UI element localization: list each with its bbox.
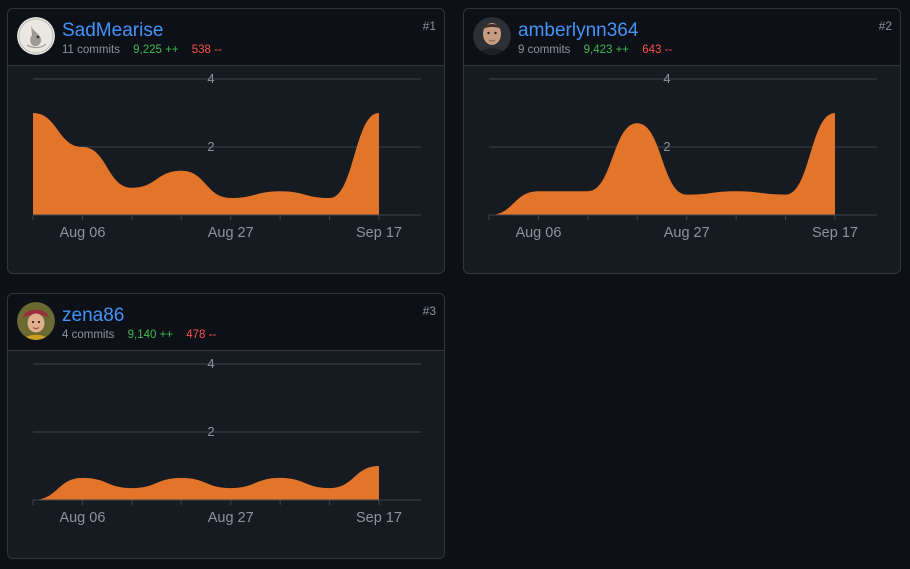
contribution-stats: 4 commits 9,140 ++ 478 --: [62, 328, 226, 342]
username-link[interactable]: SadMearise: [62, 20, 163, 42]
additions-count: 9,225 ++: [133, 44, 179, 56]
contributor-card-3: zena86 4 commits 9,140 ++ 478 -- #3 4 2 Au…: [7, 293, 445, 559]
commits-area: [33, 466, 379, 500]
x-tick-label: Aug 06: [515, 225, 561, 241]
card-header: amberlynn364 9 commits 9,423 ++ 643 -- #…: [464, 9, 900, 66]
username-link[interactable]: zena86: [62, 305, 124, 327]
username-link[interactable]: amberlynn364: [518, 20, 638, 42]
contribution-chart: 4 2 Aug 06 Aug 27 Sep 17: [32, 71, 421, 241]
y-tick-label: 4: [207, 356, 214, 371]
commits-area: [33, 113, 379, 215]
y-tick-label: 2: [663, 139, 670, 154]
contributor-card-2: amberlynn364 9 commits 9,423 ++ 643 -- #…: [463, 8, 901, 274]
y-tick-label: 4: [207, 71, 214, 86]
commits-count[interactable]: 4 commits: [62, 329, 114, 341]
rank-label: #3: [422, 304, 436, 318]
deletions-count: 538 --: [191, 44, 222, 56]
x-tick-label: Aug 27: [664, 225, 710, 241]
contribution-stats: 11 commits 9,225 ++ 538 --: [62, 43, 232, 57]
contributor-card-1: SadMearise 11 commits 9,225 ++ 538 -- #1…: [7, 8, 445, 274]
y-tick-label: 2: [207, 139, 214, 154]
contribution-chart: 4 2 Aug 06 Aug 27 Sep 17: [32, 356, 421, 526]
contribution-stats: 9 commits 9,423 ++ 643 --: [518, 43, 682, 57]
x-tick-label: Aug 06: [59, 510, 105, 526]
rank-label: #2: [878, 19, 892, 33]
additions-count: 9,423 ++: [583, 44, 630, 56]
x-tick-label: Sep 17: [356, 510, 402, 526]
x-tick-label: Aug 27: [208, 225, 254, 241]
avatar[interactable]: [473, 17, 511, 55]
commits-area: [489, 113, 835, 215]
x-tick-label: Aug 06: [59, 225, 105, 241]
rank-label: #1: [422, 19, 436, 33]
commits-count[interactable]: 11 commits: [62, 44, 120, 56]
avatar[interactable]: [17, 17, 55, 55]
deletions-count: 643 --: [642, 44, 673, 56]
contribution-chart: 4 2 Aug 06 Aug 27 Sep 17: [488, 71, 877, 241]
card-header: zena86 4 commits 9,140 ++ 478 -- #3: [8, 294, 444, 351]
x-tick-label: Aug 27: [208, 510, 254, 526]
x-tick-label: Sep 17: [812, 225, 858, 241]
avatar[interactable]: [17, 302, 55, 340]
commits-count[interactable]: 9 commits: [518, 44, 570, 56]
deletions-count: 478 --: [186, 329, 217, 341]
y-tick-label: 2: [207, 424, 214, 439]
card-header: SadMearise 11 commits 9,225 ++ 538 -- #1: [8, 9, 444, 66]
x-tick-label: Sep 17: [356, 225, 402, 241]
y-tick-label: 4: [663, 71, 670, 86]
additions-count: 9,140 ++: [127, 329, 174, 341]
